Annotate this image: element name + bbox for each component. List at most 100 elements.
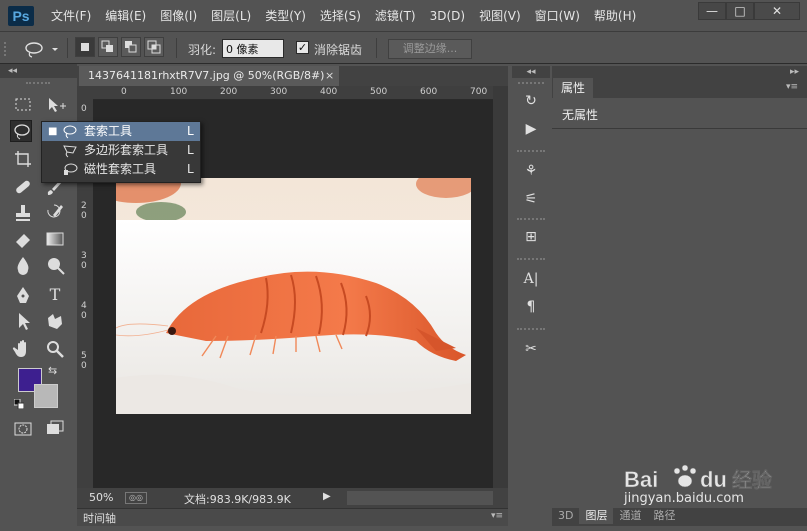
menu-type[interactable]: 类型(Y) bbox=[258, 0, 313, 32]
lasso-icon bbox=[63, 125, 77, 139]
antialias-checkbox[interactable]: ✓ bbox=[296, 41, 309, 54]
marquee-tool-icon[interactable] bbox=[12, 94, 34, 116]
menu-filter[interactable]: 滤镜(T) bbox=[368, 0, 423, 32]
flyout-item-shortcut: L bbox=[187, 124, 194, 138]
character-panel-icon[interactable]: A| bbox=[517, 266, 545, 292]
selected-bullet-icon: ■ bbox=[48, 126, 58, 137]
crop-tool-icon[interactable] bbox=[12, 148, 34, 170]
ruler-h-label: 400 bbox=[320, 87, 338, 97]
feather-input[interactable]: 0 像素 bbox=[222, 39, 284, 58]
flyout-item-label: 磁性套索工具 bbox=[84, 162, 157, 176]
screen-mode-icon[interactable] bbox=[44, 418, 66, 440]
clone-source-icon[interactable]: ⊞ bbox=[517, 224, 545, 250]
horizontal-scrollbar[interactable] bbox=[347, 491, 493, 505]
antialias-label: 消除锯齿 bbox=[314, 43, 363, 57]
intersect-selection-button[interactable] bbox=[144, 37, 164, 57]
status-menu-arrow-icon[interactable]: ▶ bbox=[323, 491, 331, 502]
zoom-tool-icon[interactable] bbox=[44, 338, 66, 360]
menu-window[interactable]: 窗口(W) bbox=[528, 0, 587, 32]
toolbox-grip[interactable] bbox=[26, 82, 50, 86]
path-selection-icon[interactable] bbox=[12, 310, 34, 332]
lasso-icon bbox=[25, 42, 58, 58]
magnetic-lasso-icon bbox=[64, 163, 78, 175]
horizontal-ruler[interactable]: 0 100 200 300 400 500 600 700 bbox=[93, 86, 493, 100]
type-tool-icon[interactable]: T bbox=[44, 284, 66, 306]
dodge-tool-icon[interactable] bbox=[44, 254, 66, 276]
watermark-url: jingyan.baidu.com bbox=[624, 491, 744, 506]
custom-shape-icon[interactable] bbox=[44, 310, 66, 332]
flyout-item-shortcut: L bbox=[187, 162, 194, 176]
menu-view[interactable]: 视图(V) bbox=[472, 0, 528, 32]
strip-grip[interactable] bbox=[518, 82, 544, 85]
pen-tool-icon[interactable] bbox=[12, 284, 34, 306]
history-panel-icon[interactable]: ↻ bbox=[517, 88, 545, 114]
brush-settings-icon[interactable]: ⚟ bbox=[517, 186, 545, 212]
menu-image[interactable]: 图像(I) bbox=[153, 0, 204, 32]
default-colors-icon[interactable] bbox=[13, 398, 25, 410]
flyout-item-lasso[interactable]: ■ 套索工具 L bbox=[42, 122, 200, 141]
ruler-v-label: 0 bbox=[81, 361, 87, 371]
flyout-item-polygonal-lasso[interactable]: 多边形套索工具 L bbox=[42, 141, 200, 160]
actions-play-icon[interactable]: ▶ bbox=[517, 116, 545, 142]
panel-collapse-icon[interactable]: ▸▸ bbox=[552, 66, 807, 78]
toolbox-collapse-icon[interactable]: ◂◂ bbox=[0, 64, 77, 78]
menu-layer[interactable]: 图层(L) bbox=[204, 0, 258, 32]
ruler-v-label: 5 bbox=[81, 351, 87, 361]
history-brush-icon[interactable] bbox=[44, 202, 66, 224]
background-color-swatch[interactable] bbox=[34, 384, 58, 408]
panel-menu-icon[interactable]: ▾≡ bbox=[786, 82, 798, 92]
quick-mask-icon[interactable] bbox=[12, 418, 34, 440]
tool-presets-icon[interactable]: ✂ bbox=[517, 336, 545, 362]
grip-handle[interactable] bbox=[4, 42, 10, 56]
gradient-tool-icon[interactable] bbox=[44, 228, 66, 250]
svg-text:du: du bbox=[700, 467, 727, 492]
strip-collapse-icon[interactable]: ◂◂ bbox=[512, 66, 550, 78]
strip-grip bbox=[517, 218, 545, 221]
close-button[interactable]: ✕ bbox=[754, 2, 800, 20]
zoom-level[interactable]: 50% bbox=[89, 491, 113, 504]
timeline-tab[interactable]: 时间轴 bbox=[83, 510, 116, 526]
shrimp-photo[interactable] bbox=[116, 178, 471, 414]
photoshop-logo: Ps bbox=[8, 6, 34, 26]
properties-panel: ▸▸ 属性 ▾≡ 无属性 3D 图层 通道 路径 Bai du 经验 jingy… bbox=[552, 66, 807, 531]
maximize-button[interactable]: □ bbox=[726, 2, 754, 20]
svg-text:经验: 经验 bbox=[732, 468, 772, 492]
menu-3d[interactable]: 3D(D) bbox=[423, 0, 472, 32]
add-selection-button[interactable] bbox=[98, 37, 118, 57]
subtract-selection-button[interactable] bbox=[121, 37, 141, 57]
ruler-h-label: 100 bbox=[170, 87, 188, 97]
refine-edge-button[interactable]: 调整边缘... bbox=[388, 39, 472, 59]
move-tool-icon[interactable] bbox=[44, 94, 66, 116]
menu-edit[interactable]: 编辑(E) bbox=[98, 0, 153, 32]
tab-3d[interactable]: 3D bbox=[552, 508, 579, 524]
eraser-tool-icon[interactable] bbox=[12, 228, 34, 250]
flyout-item-magnetic-lasso[interactable]: 磁性套索工具 L bbox=[42, 160, 200, 179]
flyout-item-shortcut: L bbox=[187, 143, 194, 157]
lasso-tool-icon[interactable] bbox=[10, 120, 32, 142]
paragraph-panel-icon[interactable]: ¶ bbox=[517, 294, 545, 320]
ruler-h-label: 600 bbox=[420, 87, 438, 97]
ruler-v-label: 0 bbox=[81, 211, 87, 221]
tool-preset-picker[interactable] bbox=[24, 40, 62, 58]
tab-layers[interactable]: 图层 bbox=[579, 508, 614, 524]
panel-menu-icon[interactable]: ▾≡ bbox=[491, 511, 503, 521]
blur-tool-icon[interactable] bbox=[12, 254, 34, 276]
menu-help[interactable]: 帮助(H) bbox=[587, 0, 643, 32]
new-selection-button[interactable] bbox=[75, 37, 95, 57]
ruler-v-label: 0 bbox=[81, 261, 87, 271]
document-tab[interactable]: 1437641181rhxtR7V7.jpg @ 50%(RGB/8#) × bbox=[79, 66, 339, 86]
healing-brush-icon[interactable] bbox=[12, 176, 34, 198]
clone-stamp-icon[interactable] bbox=[12, 202, 34, 224]
brush-presets-icon[interactable]: ⚘ bbox=[517, 158, 545, 184]
ruler-h-label: 0 bbox=[121, 87, 127, 97]
strip-grip bbox=[517, 150, 545, 153]
status-info-icon[interactable]: ◎◎ bbox=[125, 492, 147, 504]
vertical-scrollbar[interactable] bbox=[493, 86, 508, 488]
menu-select[interactable]: 选择(S) bbox=[313, 0, 368, 32]
swap-colors-icon[interactable]: ⇆ bbox=[48, 364, 57, 377]
properties-tab[interactable]: 属性 bbox=[553, 78, 593, 98]
minimize-button[interactable]: — bbox=[698, 2, 726, 20]
hand-tool-icon[interactable] bbox=[12, 338, 34, 360]
menu-file[interactable]: 文件(F) bbox=[44, 0, 98, 32]
close-tab-icon[interactable]: × bbox=[325, 66, 334, 86]
